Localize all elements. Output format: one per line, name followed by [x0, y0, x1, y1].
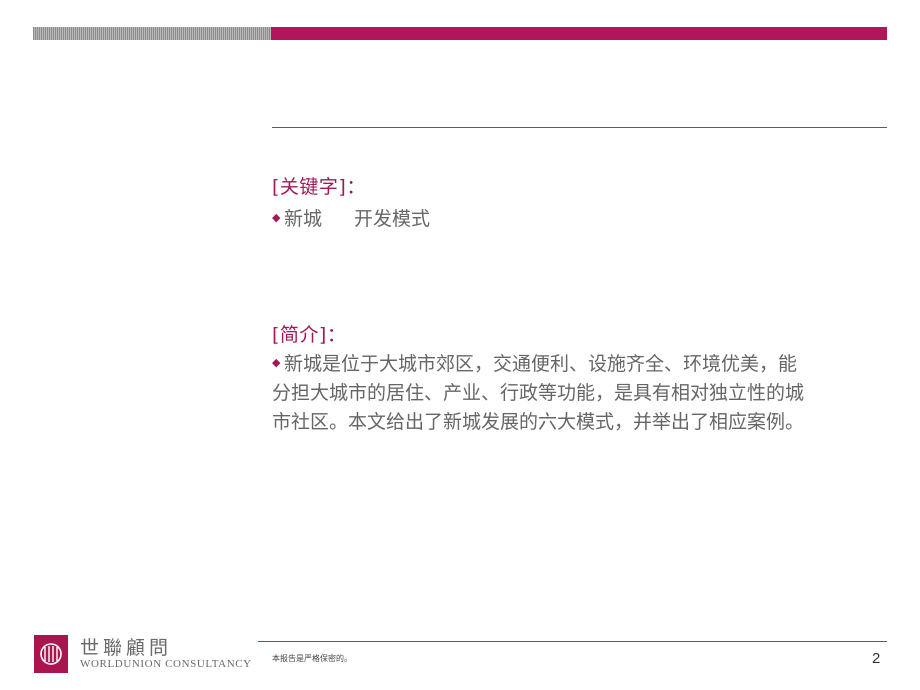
confidential-note: 本报告是严格保密的。: [272, 654, 352, 663]
page-number: 2: [872, 650, 881, 667]
intro-line: ◆ 新城是位于大城市郊区，交通便利、设施齐全、环境优美，能: [272, 350, 872, 379]
keywords-title: [关键字]：: [272, 176, 366, 198]
intro-line: 市社区。本文给出了新城发展的六大模式，并举出了相应案例。: [272, 411, 805, 433]
diamond-bullet-icon: ◆: [272, 211, 281, 224]
intro-line: 分担大城市的居住、产业、行政等功能，是具有相对独立性的城: [272, 382, 805, 404]
keyword-item: 开发模式: [354, 208, 431, 230]
keyword-item: 新城: [284, 208, 323, 230]
keywords-line: ◆ 新城 开发模式: [272, 204, 430, 231]
intro-paragraph: ◆ 新城是位于大城市郊区，交通便利、设施齐全、环境优美，能 分担大城市的居住、产业…: [272, 350, 872, 437]
logo-chinese-name: 世聯顧問: [80, 637, 173, 659]
footer-divider: [258, 641, 887, 642]
header-bar-gray: [33, 27, 271, 40]
header-bar-accent: [271, 27, 887, 40]
top-divider: [272, 127, 887, 128]
logo-english-name: WORLDUNION CONSULTANCY: [80, 658, 252, 670]
worldunion-logo-icon: [34, 635, 68, 673]
intro-title: [简介]：: [272, 324, 347, 346]
diamond-bullet-icon: ◆: [272, 356, 281, 369]
